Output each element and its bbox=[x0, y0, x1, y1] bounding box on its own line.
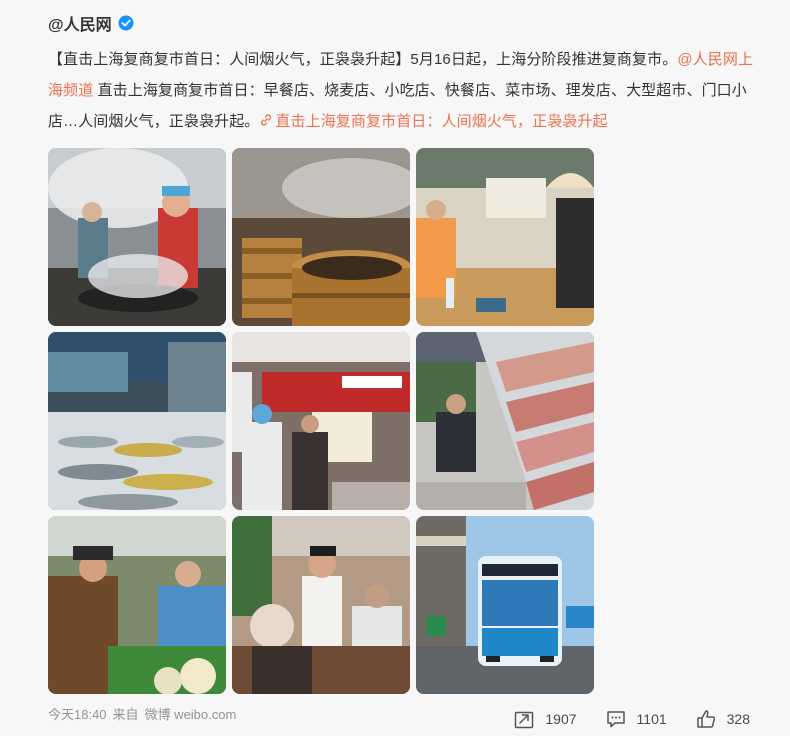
comment-button[interactable]: 1101 bbox=[605, 708, 667, 730]
photo-grid bbox=[48, 148, 594, 694]
post-source[interactable]: 微博 weibo.com bbox=[145, 704, 237, 723]
post-time[interactable]: 今天18:40 bbox=[48, 704, 107, 723]
author-name[interactable]: @人民网 bbox=[48, 11, 112, 35]
link-icon bbox=[259, 107, 273, 126]
repost-icon bbox=[513, 708, 535, 730]
like-icon bbox=[695, 708, 717, 730]
photo-steaming-kitchen-cook[interactable] bbox=[48, 148, 226, 326]
like-button[interactable]: 328 bbox=[695, 708, 750, 730]
post-meta: 今天18:40 来自 微博 weibo.com bbox=[48, 704, 236, 723]
photo-vegetable-market-vendor[interactable] bbox=[48, 516, 226, 694]
photo-barber-shop[interactable] bbox=[232, 516, 410, 694]
verified-icon bbox=[118, 15, 134, 31]
repost-button[interactable]: 1907 bbox=[513, 708, 577, 730]
photo-city-bus-stop[interactable] bbox=[416, 516, 594, 694]
post-text: 【直击上海复商复市首日：人间烟火气，正袅袅升起】5月16日起，上海分阶段推进复商… bbox=[48, 44, 760, 137]
article-link[interactable]: 直击上海复商复市首日：人间烟火气，正袅袅升起 bbox=[259, 113, 608, 130]
post-author: @人民网 bbox=[48, 12, 134, 34]
post-text-main: 【直击上海复商复市首日：人间烟火气，正袅袅升起】5月16日起，上海分阶段推进复商… bbox=[48, 51, 678, 68]
photo-fish-market-stall[interactable] bbox=[48, 332, 226, 510]
photo-meat-shelf-shopper[interactable] bbox=[416, 332, 594, 510]
photo-breakfast-shop-counter[interactable] bbox=[416, 148, 594, 326]
post-source-prefix: 来自 bbox=[112, 707, 139, 722]
like-count: 328 bbox=[726, 711, 750, 727]
comment-count: 1101 bbox=[636, 711, 667, 727]
photo-bamboo-steamers[interactable] bbox=[232, 148, 410, 326]
repost-count: 1907 bbox=[545, 711, 577, 727]
photo-supermarket-butchery[interactable] bbox=[232, 332, 410, 510]
comment-icon bbox=[605, 708, 627, 730]
post-actions: 1907 1101 328 bbox=[513, 708, 750, 730]
article-link-label: 直击上海复商复市首日：人间烟火气，正袅袅升起 bbox=[275, 113, 608, 130]
weibo-post-card: @人民网 【直击上海复商复市首日：人间烟火气，正袅袅升起】5月16日起，上海分阶… bbox=[0, 0, 790, 736]
